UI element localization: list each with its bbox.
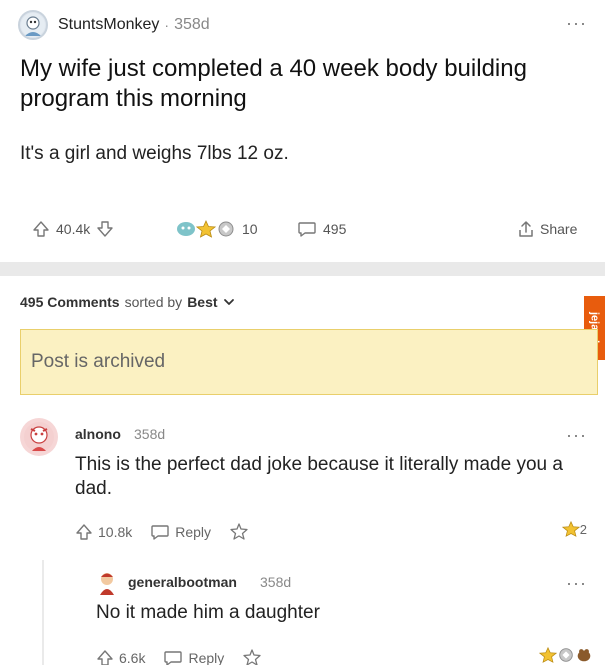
post-age: 358d [174, 16, 210, 33]
award-icon[interactable] [229, 522, 249, 542]
comment-text: No it made him a daughter [96, 602, 320, 623]
post-more-icon[interactable]: ··· [566, 14, 587, 32]
award-icon [177, 222, 195, 236]
commenter-avatar[interactable] [96, 570, 118, 596]
reply-icon[interactable] [163, 648, 183, 665]
avatar-icon [100, 573, 114, 595]
post-header: StuntsMonkey · 358d [18, 10, 210, 40]
comment-text: This is the perfect dad joke because it … [75, 454, 563, 499]
comment-more-icon[interactable]: ··· [566, 426, 587, 444]
comment-icon [298, 222, 316, 237]
section-divider [0, 262, 605, 276]
award-icon [196, 220, 216, 238]
comment-reply: generalbootman 358d ··· No it made him a… [0, 560, 605, 665]
comment-age: 358d [260, 574, 292, 590]
award-icon [561, 520, 580, 537]
sorted-by-label: sorted by [124, 294, 183, 310]
award-icon[interactable] [242, 648, 262, 665]
sort-value: Best [187, 294, 218, 310]
author-avatar[interactable] [18, 10, 48, 40]
vote-group: 40.4k [32, 212, 114, 246]
post-actions: 40.4k 10 495 Share [0, 212, 605, 246]
comment-award-count: 2 [579, 521, 587, 537]
comment-actions: 10.8k Reply [75, 520, 249, 544]
comment-age: 358d [134, 426, 166, 442]
post-title[interactable]: My wife just completed a 40 week body bu… [20, 54, 590, 114]
reply-icon[interactable] [150, 522, 170, 542]
downvote-icon[interactable] [96, 220, 114, 238]
share-label: Share [540, 221, 578, 237]
comment: alnono 358d ··· This is the perfect dad … [0, 408, 605, 558]
comments-total: 495 Comments [20, 294, 120, 310]
comment-actions: 6.6k Reply [96, 646, 262, 665]
comment-author[interactable]: alnono [75, 426, 121, 442]
upvote-icon[interactable] [75, 523, 93, 541]
post-author[interactable]: StuntsMonkey [58, 16, 159, 34]
comments-count: 495 [323, 221, 347, 237]
post-body: It's a girl and weighs 7lbs 12 oz. [20, 143, 289, 164]
upvote-icon[interactable] [32, 220, 50, 238]
comment-sort-bar[interactable]: 495 Comments sorted by Best [20, 294, 236, 310]
commenter-avatar[interactable] [20, 418, 58, 456]
award-icon [559, 648, 573, 662]
comment-score: 10.8k [98, 524, 133, 540]
share-button[interactable]: Share [517, 212, 577, 246]
comment-score: 6.6k [119, 650, 146, 665]
avatar-icon [24, 422, 54, 452]
avatar-icon [21, 13, 45, 37]
award-icon [577, 649, 591, 662]
chevron-down-icon [223, 299, 234, 305]
upvote-icon[interactable] [96, 649, 114, 665]
award-icon [218, 221, 234, 237]
comment-awards[interactable] [539, 646, 593, 664]
archived-banner: Post is archived [20, 329, 598, 395]
post-card: StuntsMonkey · 358d ··· My wife just com… [0, 0, 605, 262]
reply-button[interactable]: Reply [188, 650, 224, 665]
thread-line[interactable] [42, 560, 44, 665]
post-score: 40.4k [56, 221, 91, 237]
reply-button[interactable]: Reply [175, 524, 211, 540]
awards-count: 10 [242, 221, 258, 237]
comment-more-icon[interactable]: ··· [566, 574, 587, 592]
comments-button[interactable]: 495 [297, 212, 346, 246]
archived-text: Post is archived [31, 351, 166, 372]
comment-author[interactable]: generalbootman [128, 574, 237, 590]
awards-group[interactable]: 10 [176, 212, 258, 246]
share-icon [519, 221, 533, 237]
separator-dot: · [164, 17, 170, 33]
award-icon [539, 646, 557, 663]
comment-awards[interactable]: 2 [561, 520, 587, 538]
